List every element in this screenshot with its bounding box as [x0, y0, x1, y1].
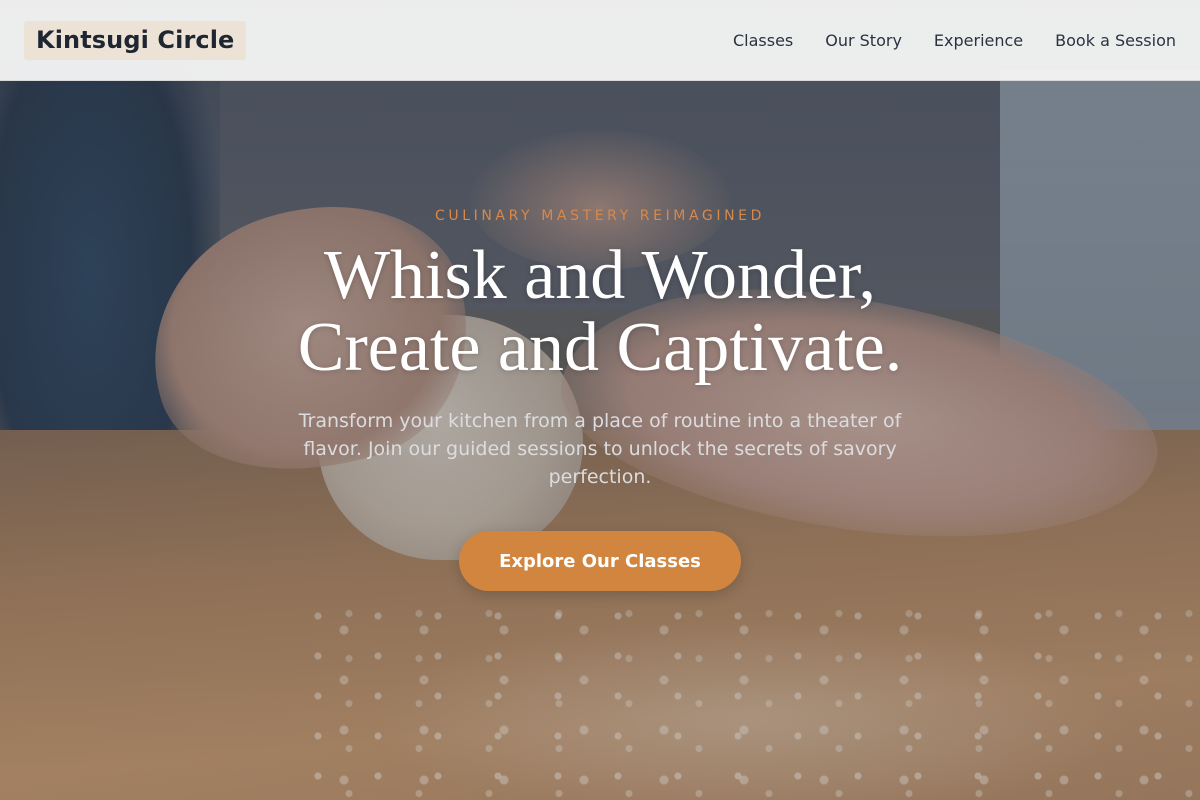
hero-headline: Whisk and Wonder, Create and Captivate.	[220, 240, 980, 384]
nav-item-experience[interactable]: Experience	[934, 31, 1023, 50]
explore-classes-button[interactable]: Explore Our Classes	[459, 531, 741, 591]
main-nav: Classes Our Story Experience Book a Sess…	[701, 31, 1176, 50]
hero-subtext: Transform your kitchen from a place of r…	[298, 410, 902, 488]
site-header: Kintsugi Circle Classes Our Story Experi…	[0, 0, 1200, 81]
hero-eyebrow: CULINARY MASTERY REIMAGINED	[435, 208, 765, 224]
nav-item-our-story[interactable]: Our Story	[825, 31, 902, 50]
nav-item-classes[interactable]: Classes	[733, 31, 793, 50]
hero-section: CULINARY MASTERY REIMAGINED Whisk and Wo…	[0, 81, 1200, 591]
hero-headline-line-1: Whisk and Wonder,	[323, 237, 877, 314]
hero-headline-line-2: Create and Captivate.	[297, 309, 903, 386]
nav-item-book-a-session[interactable]: Book a Session	[1055, 31, 1176, 50]
logo[interactable]: Kintsugi Circle	[24, 20, 247, 60]
